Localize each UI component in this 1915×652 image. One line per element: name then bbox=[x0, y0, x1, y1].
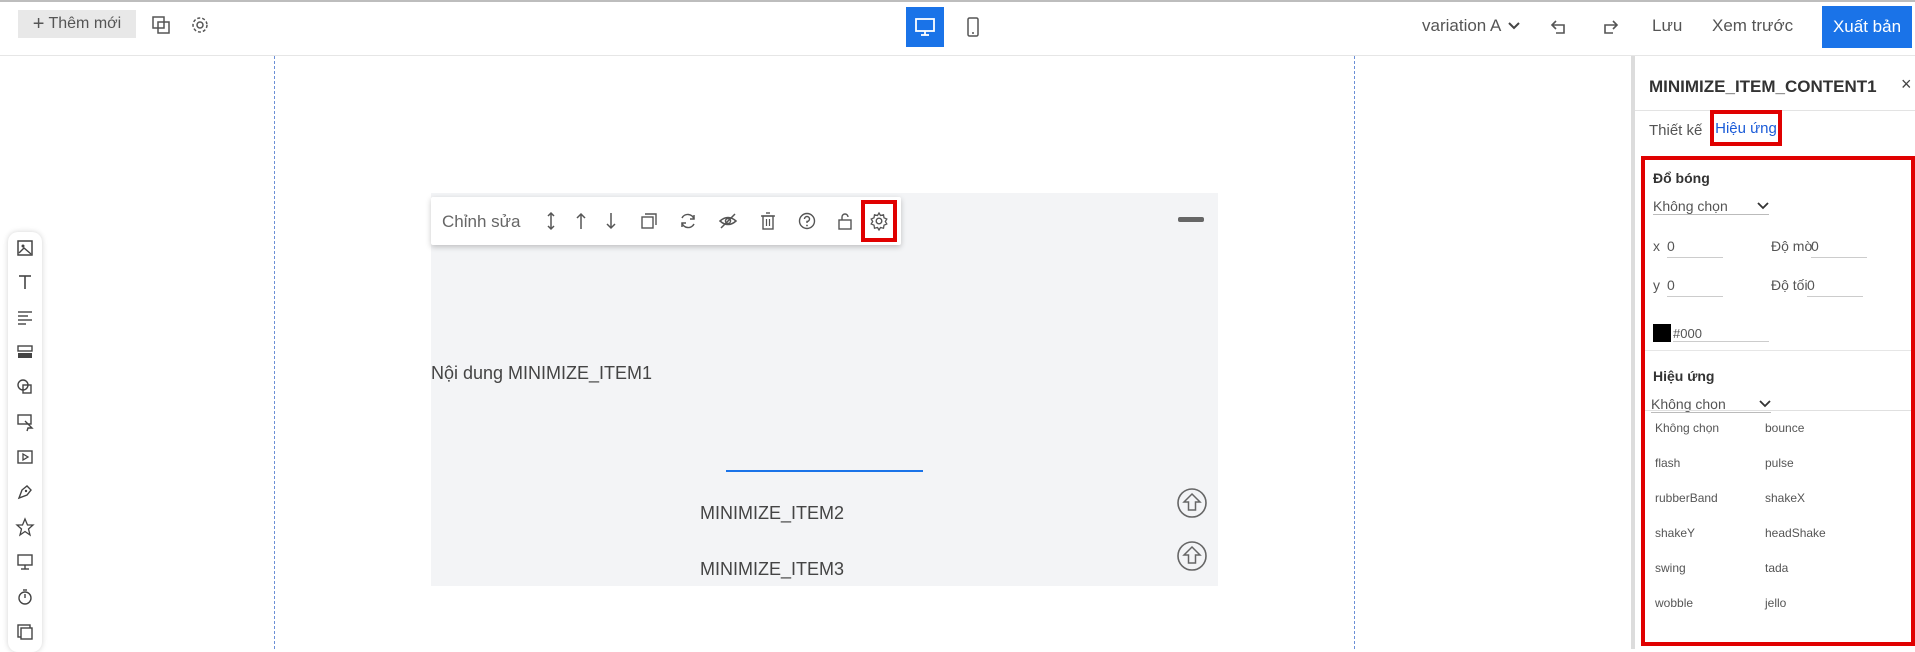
panel-title: MINIMIZE_ITEM_CONTENT1 bbox=[1649, 77, 1877, 96]
shadow-select-value: Không chọn bbox=[1653, 198, 1728, 214]
tab-effect[interactable]: Hiệu ứng bbox=[1710, 110, 1782, 146]
left-toolbar bbox=[8, 232, 42, 652]
page-settings-icon[interactable] bbox=[185, 10, 215, 40]
minimize-item3-label[interactable]: MINIMIZE_ITEM3 bbox=[700, 559, 844, 580]
refresh-icon[interactable] bbox=[678, 211, 698, 231]
layers-icon[interactable] bbox=[15, 622, 35, 642]
element-edit-toolbar: Chỉnh sửa bbox=[431, 197, 901, 245]
gear-icon bbox=[870, 211, 888, 231]
move-down-icon[interactable] bbox=[601, 211, 621, 231]
shadow-title: Đổ bóng bbox=[1653, 170, 1710, 186]
mobile-icon bbox=[967, 17, 979, 37]
shadow-select[interactable]: Không chọn bbox=[1653, 198, 1769, 215]
add-new-button[interactable]: + Thêm mới bbox=[18, 10, 136, 38]
plus-icon: + bbox=[32, 13, 45, 35]
arrow-up-circle-icon[interactable] bbox=[1176, 487, 1208, 519]
trash-icon[interactable] bbox=[758, 211, 778, 231]
canvas-guide-right bbox=[1354, 56, 1355, 649]
paragraph-icon[interactable] bbox=[15, 307, 35, 327]
chevron-down-icon bbox=[1759, 400, 1771, 408]
mobile-view-button[interactable] bbox=[958, 12, 988, 42]
tab-effect-label: Hiệu ứng bbox=[1715, 119, 1777, 137]
add-new-label: Thêm mới bbox=[48, 15, 122, 32]
video-icon[interactable] bbox=[15, 447, 35, 467]
variation-label: variation A bbox=[1422, 16, 1502, 35]
shape-icon[interactable] bbox=[15, 377, 35, 397]
help-icon[interactable] bbox=[797, 211, 817, 231]
arrow-up-circle-icon[interactable] bbox=[1176, 540, 1208, 572]
x-label: x bbox=[1653, 238, 1660, 254]
divider bbox=[1645, 350, 1911, 351]
divider-line bbox=[726, 470, 923, 472]
effect-option[interactable]: shakeY bbox=[1655, 526, 1695, 540]
pen-icon[interactable] bbox=[15, 482, 35, 502]
effect-option[interactable]: flash bbox=[1655, 456, 1680, 470]
minimize-icon[interactable] bbox=[1178, 217, 1204, 222]
effect-options-list: Không chọn bounce flash pulse rubberBand… bbox=[1645, 410, 1911, 651]
tab-design[interactable]: Thiết kế bbox=[1649, 122, 1702, 139]
effect-option[interactable]: headShake bbox=[1765, 526, 1826, 540]
desktop-icon bbox=[915, 18, 935, 36]
star-icon[interactable] bbox=[15, 517, 35, 537]
effect-option[interactable]: bounce bbox=[1765, 421, 1804, 435]
effect-option[interactable]: wobble bbox=[1655, 596, 1693, 610]
duplicate-icon[interactable] bbox=[639, 211, 659, 231]
display-icon[interactable] bbox=[15, 552, 35, 572]
settings-highlight[interactable] bbox=[861, 200, 897, 242]
chevron-down-icon bbox=[1757, 202, 1769, 210]
blur-input[interactable]: 0 bbox=[1811, 238, 1867, 258]
top-bar: + Thêm mới variation A Lưu Xem trước Xuấ… bbox=[0, 0, 1915, 56]
move-up-icon[interactable] bbox=[571, 211, 591, 231]
effect-option[interactable]: swing bbox=[1655, 561, 1686, 575]
effects-section: Đổ bóng Không chọn x 0 Độ mờ 0 y 0 Độ tố… bbox=[1641, 156, 1915, 646]
timer-icon[interactable] bbox=[15, 587, 35, 607]
effect-title: Hiệu ứng bbox=[1653, 368, 1715, 384]
variation-select[interactable]: variation A bbox=[1422, 16, 1521, 36]
minimize-item2-label[interactable]: MINIMIZE_ITEM2 bbox=[700, 503, 844, 524]
blur-label: Độ mờ bbox=[1771, 238, 1814, 254]
text-icon[interactable] bbox=[15, 272, 35, 292]
y-input[interactable]: 0 bbox=[1667, 277, 1723, 297]
chevron-down-icon bbox=[1508, 22, 1521, 30]
desktop-view-button[interactable] bbox=[906, 7, 944, 47]
close-icon[interactable]: × bbox=[1901, 74, 1912, 95]
duplicate-page-icon[interactable] bbox=[146, 10, 176, 40]
x-input[interactable]: 0 bbox=[1667, 238, 1723, 258]
effect-option[interactable]: Không chọn bbox=[1655, 421, 1719, 435]
y-label: y bbox=[1653, 277, 1660, 293]
form-icon[interactable] bbox=[15, 342, 35, 362]
shadow-color-swatch[interactable] bbox=[1653, 324, 1671, 342]
resize-vertical-icon[interactable] bbox=[541, 211, 561, 231]
undo-icon[interactable] bbox=[1545, 12, 1575, 42]
image-icon[interactable] bbox=[15, 238, 35, 258]
effect-option[interactable]: shakeX bbox=[1765, 491, 1805, 505]
minimize-content-block[interactable] bbox=[431, 193, 1218, 586]
shadow-color-input[interactable]: #000 bbox=[1673, 326, 1769, 342]
effect-option[interactable]: pulse bbox=[1765, 456, 1794, 470]
cursor-icon[interactable] bbox=[15, 412, 35, 432]
canvas-guide-left bbox=[274, 56, 275, 649]
hide-icon[interactable] bbox=[718, 211, 738, 231]
darkness-label: Độ tối bbox=[1771, 277, 1808, 293]
edit-button[interactable]: Chỉnh sửa bbox=[442, 212, 520, 232]
minimize-item1-content: Nội dung MINIMIZE_ITEM1 bbox=[431, 363, 653, 383]
darkness-input[interactable]: 0 bbox=[1807, 277, 1863, 297]
effect-option[interactable]: jello bbox=[1765, 596, 1786, 610]
unlock-icon[interactable] bbox=[835, 211, 855, 231]
effect-option[interactable]: rubberBand bbox=[1655, 491, 1718, 505]
save-button[interactable]: Lưu bbox=[1652, 16, 1682, 36]
properties-panel: MINIMIZE_ITEM_CONTENT1 × Thiết kế Hiệu ứ… bbox=[1631, 56, 1915, 649]
effect-option[interactable]: tada bbox=[1765, 561, 1788, 575]
redo-icon[interactable] bbox=[1594, 12, 1624, 42]
publish-button[interactable]: Xuất bản bbox=[1822, 6, 1912, 48]
preview-button[interactable]: Xem trước bbox=[1712, 16, 1793, 36]
